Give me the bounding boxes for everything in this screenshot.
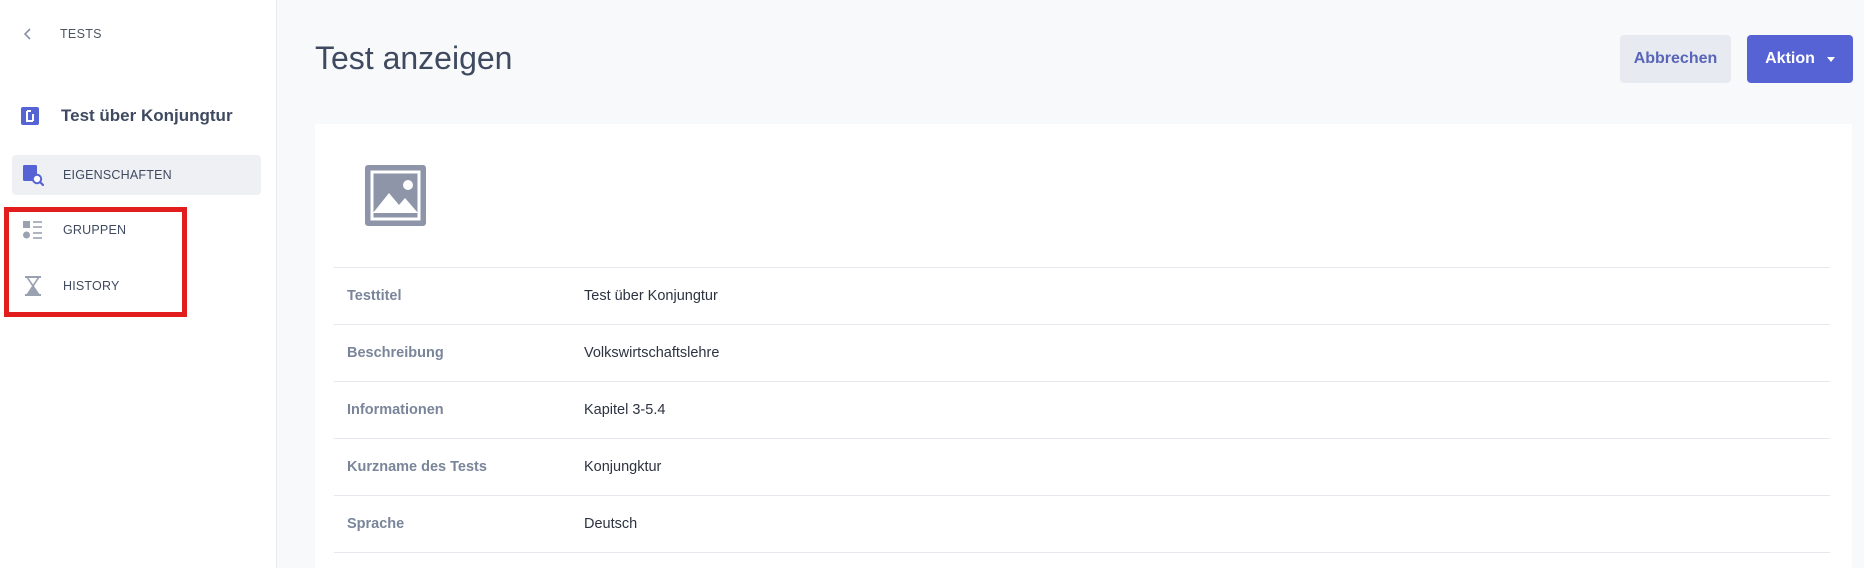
caret-down-icon xyxy=(1826,56,1835,62)
property-value: Test über Konjungtur xyxy=(584,288,718,304)
sidebar-item-eigenschaften[interactable]: EIGENSCHAFTEN xyxy=(12,155,261,195)
table-row: Beschreibung Volkswirtschaftslehre xyxy=(334,325,1830,382)
property-value: Volkswirtschaftslehre xyxy=(584,345,720,361)
hourglass-icon xyxy=(25,276,41,296)
list-groups-icon xyxy=(23,221,42,239)
app-root: TESTS Test über Konjungtur EIGENSCHAFTEN xyxy=(0,0,1864,568)
image-placeholder-icon xyxy=(365,165,426,231)
property-key: Sprache xyxy=(347,516,405,532)
test-document-icon xyxy=(21,107,39,125)
property-key: Testtitel xyxy=(347,288,402,304)
sidebar-item-label: HISTORY xyxy=(63,279,120,293)
property-key: Beschreibung xyxy=(347,345,444,361)
action-button-label: Aktion xyxy=(1765,50,1815,67)
sidebar-item-label: GRUPPEN xyxy=(63,223,127,237)
action-dropdown-button[interactable]: Aktion xyxy=(1747,35,1853,83)
table-row: Kurzname des Tests Konjungktur xyxy=(334,439,1830,496)
sidebar-item-history[interactable]: HISTORY xyxy=(12,266,261,306)
table-row: Testtitel Test über Konjungtur xyxy=(334,268,1830,325)
test-title-row: Test über Konjungtur xyxy=(20,106,233,126)
main-content: Test anzeigen Abbrechen Aktion Testtitel… xyxy=(278,0,1864,568)
properties-table: Testtitel Test über Konjungtur Beschreib… xyxy=(334,267,1830,553)
test-name: Test über Konjungtur xyxy=(61,106,233,125)
sidebar-item-gruppen[interactable]: GRUPPEN xyxy=(12,210,261,250)
table-row: Sprache Deutsch xyxy=(334,496,1830,553)
cancel-button[interactable]: Abbrechen xyxy=(1620,35,1731,83)
back-to-tests-link[interactable]: TESTS xyxy=(22,26,102,42)
sidebar-item-label: EIGENSCHAFTEN xyxy=(63,168,172,182)
property-value: Kapitel 3-5.4 xyxy=(584,402,666,418)
property-key: Kurzname des Tests xyxy=(347,459,487,475)
property-value: Deutsch xyxy=(584,516,638,532)
properties-search-icon xyxy=(23,165,44,186)
property-value: Konjungktur xyxy=(584,459,662,475)
back-label: TESTS xyxy=(60,27,102,41)
chevron-left-icon xyxy=(23,28,31,40)
table-row: Informationen Kapitel 3-5.4 xyxy=(334,382,1830,439)
page-title: Test anzeigen xyxy=(315,40,513,76)
property-key: Informationen xyxy=(347,402,444,418)
sidebar: TESTS Test über Konjungtur EIGENSCHAFTEN xyxy=(0,0,277,568)
